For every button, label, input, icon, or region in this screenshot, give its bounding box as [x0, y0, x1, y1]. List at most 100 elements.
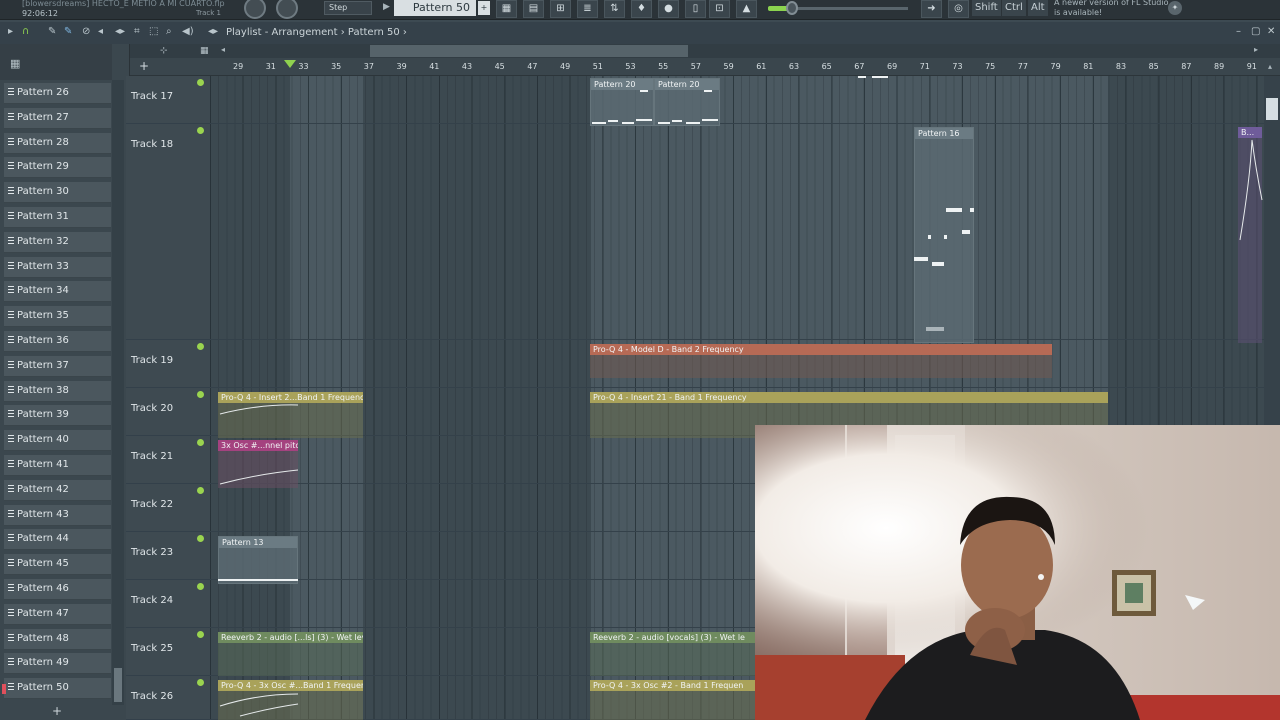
microphone-icon[interactable]: ● [658, 0, 679, 18]
channel-rack-icon[interactable]: ⊞ [550, 0, 571, 18]
track-mute-led[interactable] [197, 127, 204, 134]
track-mute-led[interactable] [197, 391, 204, 398]
track-mute-led[interactable] [197, 343, 204, 350]
paint-tool-icon[interactable]: ✎ [64, 26, 72, 37]
minimize-icon[interactable]: – [1236, 26, 1241, 37]
shift-key[interactable]: Shift [972, 0, 1001, 16]
metronome-icon[interactable]: ▲ [736, 0, 757, 18]
track-mute-led[interactable] [197, 79, 204, 86]
pattern-list-item[interactable]: Pattern 40 [4, 430, 111, 452]
track-mute-led[interactable] [197, 631, 204, 638]
mixer-icon[interactable]: ≣ [577, 0, 598, 18]
magnet-icon[interactable]: ∩ [22, 26, 29, 37]
picker-scrollbar[interactable] [112, 80, 124, 705]
step-mode-button[interactable]: Step [324, 1, 372, 15]
pattern-play-icon[interactable]: ▶ [383, 2, 390, 12]
pattern-list-item[interactable]: Pattern 36 [4, 331, 111, 352]
track-mute-led[interactable] [197, 535, 204, 542]
project-file-icon[interactable]: ▯ [685, 0, 706, 18]
add-marker-icon[interactable]: + [139, 59, 149, 73]
link-icon[interactable]: ⊡ [709, 0, 730, 18]
pattern-list-item[interactable]: Pattern 28 [4, 132, 111, 154]
clip-proq4-3x-osc[interactable]: Pro-Q 4 - 3x Osc #...Band 1 Frequency [218, 680, 363, 720]
pattern-list-item[interactable]: Pattern 38 [4, 380, 111, 402]
main-volume-slider[interactable] [786, 1, 798, 15]
clip-3x-osc-pitch[interactable]: 3x Osc #...nnel pitch [218, 440, 298, 488]
track-header[interactable] [126, 124, 210, 340]
clip-reeverb-wet-level[interactable]: Reeverb 2 - audio [...ls] (3) - Wet leve… [218, 632, 363, 676]
draw-tool-icon[interactable]: ✎ [48, 26, 56, 37]
news-icon[interactable]: ✦ [1168, 1, 1182, 15]
cpu-icon[interactable]: ◎ [948, 0, 969, 18]
arrow-right-icon[interactable]: ➜ [921, 0, 942, 18]
delete-tool-icon[interactable]: ⊘ [82, 26, 90, 37]
clip-reeverb-vocals-wet-level[interactable]: Reeverb 2 - audio [vocals] (3) - Wet le [590, 632, 755, 676]
clip-automation-b[interactable]: B... [1238, 127, 1262, 343]
track-mute-led[interactable] [197, 679, 204, 686]
pattern-list-item[interactable]: Pattern 34 [4, 281, 111, 303]
playlist-breadcrumb[interactable]: Playlist - Arrangement › Pattern 50 › [226, 27, 407, 38]
pattern-list-item[interactable]: Pattern 39 [4, 405, 111, 427]
update-notice[interactable]: A newer version of FL Studio is availabl… [1054, 0, 1174, 18]
alt-key[interactable]: Alt [1028, 0, 1048, 16]
note [608, 120, 618, 122]
maximize-icon[interactable]: ▢ [1251, 26, 1260, 37]
pattern-list-item[interactable]: Pattern 45 [4, 554, 111, 576]
mute-tool-icon[interactable]: ◂ [98, 26, 103, 37]
slip-tool-icon[interactable]: ◂▸ [115, 26, 125, 37]
pattern-list-item[interactable]: Pattern 31 [4, 207, 111, 228]
snap-icon[interactable]: ⊹ [160, 46, 168, 56]
pattern-list-item[interactable]: Pattern 48 [4, 628, 111, 650]
horizontal-scroll-thumb[interactable] [370, 45, 688, 57]
pattern-list-item[interactable]: Pattern 26 [4, 83, 111, 104]
picker-scroll-thumb[interactable] [114, 668, 122, 702]
pattern-list-item[interactable]: Pattern 46 [4, 579, 111, 600]
scroll-left-icon[interactable]: ◂ [221, 45, 225, 54]
clip-proq4-model-d[interactable]: Pro-Q 4 - Model D - Band 2 Frequency [590, 344, 1052, 378]
pattern-list-item[interactable]: Pattern 50 [4, 678, 111, 700]
horizontal-scrollbar[interactable] [130, 44, 1280, 58]
playhead-marker[interactable] [284, 60, 296, 68]
track-mute-led[interactable] [197, 439, 204, 446]
pattern-selector[interactable]: Pattern 50 [394, 0, 476, 16]
browser-icon[interactable]: ⇅ [604, 0, 625, 18]
pattern-list-item[interactable]: Pattern 42 [4, 479, 111, 501]
pattern-selector-arrow-icon[interactable]: + [478, 1, 490, 15]
pattern-list-item[interactable]: Pattern 32 [4, 231, 111, 253]
playback-tool-icon[interactable]: ◀) [182, 26, 194, 37]
playlist-nav-icon[interactable]: ◂▸ [208, 26, 218, 37]
pattern-list-item[interactable]: Pattern 37 [4, 355, 111, 377]
pattern-list-item[interactable]: Pattern 35 [4, 306, 111, 328]
pattern-list-item[interactable]: Pattern 43 [4, 504, 111, 526]
pattern-list-item[interactable]: Pattern 33 [4, 256, 111, 278]
webcam-feed-image [755, 425, 1280, 720]
clip-proq4-3x-osc-2[interactable]: Pro-Q 4 - 3x Osc #2 - Band 1 Frequen [590, 680, 755, 720]
add-pattern-button[interactable]: + [52, 704, 62, 718]
pattern-list-item[interactable]: Pattern 44 [4, 529, 111, 551]
pattern-list-item[interactable]: Pattern 47 [4, 603, 111, 625]
vertical-scroll-thumb[interactable] [1266, 98, 1278, 120]
pattern-list-item[interactable]: Pattern 49 [4, 653, 111, 675]
track-mute-led[interactable] [197, 583, 204, 590]
track-mute-led[interactable] [197, 487, 204, 494]
slice-tool-icon[interactable]: ⌗ [134, 26, 140, 37]
clip-proq4-insert-2[interactable]: Pro-Q 4 - Insert 2...Band 1 Frequency [218, 392, 363, 438]
clip-pattern-13[interactable]: Pattern 13 [218, 536, 298, 584]
scroll-right-icon[interactable]: ▸ [1254, 45, 1258, 54]
playlist-icon[interactable]: ▦ [496, 0, 517, 18]
scroll-up-icon[interactable]: ▴ [1268, 62, 1272, 71]
ruler-tick-label: 35 [331, 62, 342, 71]
pattern-list-item[interactable]: Pattern 30 [4, 182, 111, 204]
zoom-tool-icon[interactable]: ⌕ [166, 26, 172, 37]
close-icon[interactable]: ✕ [1267, 26, 1275, 37]
select-tool-icon[interactable]: ⬚ [149, 26, 158, 37]
piano-roll-icon[interactable]: ▤ [523, 0, 544, 18]
pattern-list-icon[interactable]: ▦ [200, 46, 209, 56]
pattern-list-item[interactable]: Pattern 41 [4, 455, 111, 476]
menu-arrow-icon[interactable]: ▸ [8, 26, 13, 37]
picker-pattern-icon[interactable]: ▦ [10, 57, 20, 70]
ctrl-key[interactable]: Ctrl [1002, 0, 1026, 16]
plugin-picker-icon[interactable]: ♦ [631, 0, 652, 18]
pattern-list-item[interactable]: Pattern 27 [4, 107, 111, 129]
pattern-list-item[interactable]: Pattern 29 [4, 157, 111, 179]
